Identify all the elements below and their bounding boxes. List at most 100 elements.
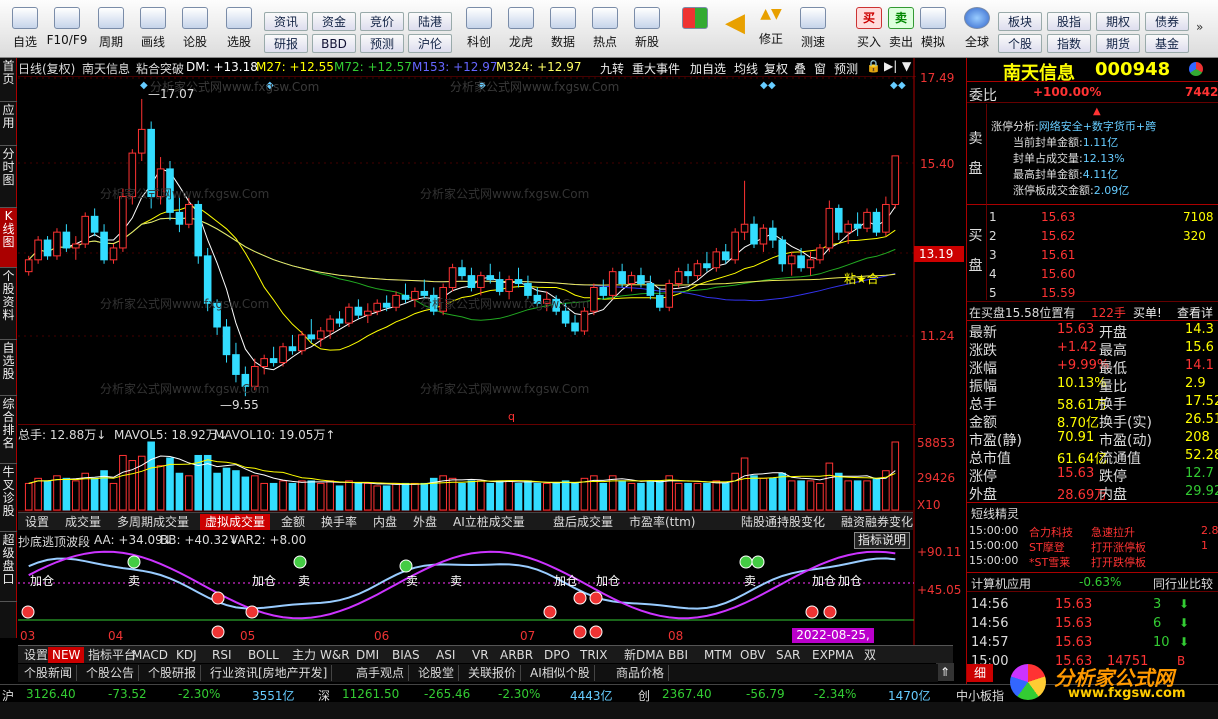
volume-subtab[interactable]: 多周期成交量 bbox=[112, 514, 194, 530]
indicator-tab[interactable]: 新DMA bbox=[620, 647, 668, 663]
tab-kline[interactable]: K线图 bbox=[0, 208, 17, 268]
toolbar-button-forum[interactable]: 论股 bbox=[172, 4, 218, 56]
industry-compare-button[interactable]: 同行业比较 bbox=[1153, 575, 1213, 592]
news-tab[interactable]: 高手观点 bbox=[352, 665, 410, 681]
indicator-tab[interactable]: BBI bbox=[664, 647, 692, 663]
tab-watchlist[interactable]: 自选股 bbox=[0, 340, 17, 396]
volume-subtab[interactable]: 市盈率(ttm) bbox=[624, 514, 700, 530]
btn-nine-turn[interactable]: 九转 bbox=[600, 60, 624, 77]
volume-subtab[interactable]: 金额 bbox=[276, 514, 310, 530]
toolbar-button-star-market[interactable]: 科创 bbox=[456, 4, 502, 56]
indicator-tab[interactable]: ARBR bbox=[496, 647, 537, 663]
indicator-tab[interactable]: BOLL bbox=[244, 647, 283, 663]
btn-window[interactable]: 窗 bbox=[814, 60, 826, 77]
indicator-tab[interactable]: MACD bbox=[128, 647, 172, 663]
btn-moving-avg[interactable]: 均线 bbox=[734, 60, 758, 77]
toolbar-more[interactable]: » bbox=[1196, 20, 1203, 34]
buy-level-row[interactable]: 2 15.62 320 bbox=[987, 228, 1218, 247]
toolbar-futures[interactable]: 期货 bbox=[1096, 34, 1140, 53]
toolbar-forecast[interactable]: 预测 bbox=[360, 34, 404, 53]
indicator-tab[interactable]: MTM bbox=[700, 647, 736, 663]
toolbar-button-dragon-tiger[interactable]: 龙虎 bbox=[498, 4, 544, 56]
news-tab[interactable]: 关联报价 bbox=[464, 665, 522, 681]
toolbar-stocks[interactable]: 个股 bbox=[998, 34, 1042, 53]
volume-subtab[interactable]: AI立桩成交量 bbox=[448, 514, 530, 530]
indicator-tab[interactable]: SAR bbox=[772, 647, 804, 663]
toolbar-index[interactable]: 指数 bbox=[1047, 34, 1091, 53]
toolbar-funds[interactable]: 基金 bbox=[1145, 34, 1189, 53]
indicator-tab[interactable]: 双 bbox=[860, 647, 880, 663]
indicator-tab[interactable]: DPO bbox=[540, 647, 574, 663]
buy-level-row[interactable]: 4 15.60 bbox=[987, 266, 1218, 285]
buy-level-row[interactable]: 3 15.61 bbox=[987, 247, 1218, 266]
tab-diagnosis[interactable]: 牛叉诊股 bbox=[0, 464, 17, 532]
chevron-down-icon[interactable]: ▼ bbox=[902, 59, 911, 73]
news-tab[interactable]: 个股研报 bbox=[144, 665, 202, 681]
indicator-tab[interactable]: EXPMA bbox=[808, 647, 858, 663]
speedtest-button[interactable]: 测速 bbox=[790, 4, 836, 56]
news-tab[interactable]: 论股堂 bbox=[414, 665, 460, 681]
volume-subtab[interactable]: 外盘 bbox=[408, 514, 442, 530]
tab-intraday[interactable]: 分时图 bbox=[0, 146, 17, 208]
toolbar-research[interactable]: 研报 bbox=[264, 34, 308, 53]
news-tab[interactable]: 个股新闻 bbox=[20, 665, 78, 681]
sprite-row[interactable]: 15:00:00 *ST雪莱 打开跌停板 bbox=[967, 553, 1215, 572]
global-button[interactable]: 全球 bbox=[954, 4, 1000, 56]
toolbar-options[interactable]: 期权 bbox=[1096, 12, 1140, 31]
indicator-tab[interactable]: KDJ bbox=[172, 647, 201, 663]
volume-subtab[interactable]: 融资融券变化 bbox=[836, 514, 918, 530]
toolbar-hk-connect[interactable]: 陆港 bbox=[408, 12, 452, 31]
toolbar-button-hotspot[interactable]: 热点 bbox=[582, 4, 628, 56]
toolbar-button-screener[interactable]: 选股 bbox=[216, 4, 262, 56]
btn-adjust[interactable]: 复权 bbox=[764, 60, 788, 77]
volume-subtab[interactable]: 虚拟成交量 bbox=[200, 514, 271, 530]
view-details-link[interactable]: 查看详 bbox=[1177, 304, 1213, 321]
toolbar-bbd[interactable]: BBD bbox=[312, 34, 356, 53]
btn-overlay[interactable]: 叠 bbox=[794, 60, 806, 77]
indicator-help-button[interactable]: 指标说明 bbox=[854, 532, 910, 549]
toolbar-capital[interactable]: 资金 bbox=[312, 12, 356, 31]
toolbar-button-period[interactable]: 周期 bbox=[88, 4, 134, 56]
indicator-tab[interactable]: DMI bbox=[352, 647, 383, 663]
volume-subtab[interactable]: 内盘 bbox=[368, 514, 402, 530]
collapse-up-icon[interactable]: ⇑ bbox=[936, 663, 954, 681]
news-tab[interactable]: 商品价格 bbox=[612, 665, 670, 681]
simulate-button[interactable]: 模拟 bbox=[910, 4, 956, 56]
toolbar-news[interactable]: 资讯 bbox=[264, 12, 308, 31]
tab-home[interactable]: 首页 bbox=[0, 58, 17, 102]
btn-predict[interactable]: 预测 bbox=[834, 60, 858, 77]
toolbar-bonds[interactable]: 债券 bbox=[1145, 12, 1189, 31]
indicator-tab[interactable]: OBV bbox=[736, 647, 770, 663]
volume-subtab[interactable]: 陆股通持股变化 bbox=[736, 514, 830, 530]
toolbar-auction[interactable]: 竞价 bbox=[360, 12, 404, 31]
toolbar-button-data[interactable]: 数据 bbox=[540, 4, 586, 56]
chart-period[interactable]: 日线(复权) bbox=[18, 60, 75, 77]
buy-level-row[interactable]: 1 15.63 7108 bbox=[987, 209, 1218, 228]
tick-detail-tab[interactable]: 细 bbox=[967, 664, 993, 682]
toolbar-stock-index[interactable]: 股指 bbox=[1047, 12, 1091, 31]
tab-stock-profile[interactable]: 个股资料 bbox=[0, 268, 17, 340]
news-tab[interactable]: AI相似个股 bbox=[526, 665, 595, 681]
toolbar-button-f10[interactable]: F10/F9 bbox=[44, 4, 90, 56]
news-tab[interactable]: 行业资讯[房地产开发] bbox=[206, 665, 333, 681]
news-tab[interactable]: 个股公告 bbox=[82, 665, 140, 681]
indicator-tab[interactable]: W&R bbox=[316, 647, 354, 663]
volume-subtab[interactable]: 成交量 bbox=[60, 514, 106, 530]
volume-subtab[interactable]: 盘后成交量 bbox=[548, 514, 618, 530]
indicator-tab[interactable]: ASI bbox=[432, 647, 459, 663]
toolbar-button-ipo[interactable]: 新股 bbox=[624, 4, 670, 56]
chevron-right-icon[interactable]: ▶| bbox=[884, 59, 897, 73]
tab-apps[interactable]: 应用 bbox=[0, 102, 17, 146]
fix-button[interactable]: ▲▼ 修正 bbox=[748, 4, 794, 56]
toolbar-shanghai-london[interactable]: 沪伦 bbox=[408, 34, 452, 53]
volume-subtab[interactable]: 换手率 bbox=[316, 514, 362, 530]
lock-icon[interactable]: 🔒 bbox=[866, 59, 881, 73]
indicator-tab[interactable]: RSI bbox=[208, 647, 236, 663]
toolbar-button-draw[interactable]: 画线 bbox=[130, 4, 176, 56]
indicator-tab[interactable]: NEW bbox=[48, 647, 85, 663]
indicator-tab[interactable]: VR bbox=[468, 647, 493, 663]
toolbar-sector[interactable]: 板块 bbox=[998, 12, 1042, 31]
indicator-tab[interactable]: TRIX bbox=[576, 647, 611, 663]
volume-subtab[interactable]: 设置 bbox=[20, 514, 54, 530]
btn-add-watchlist[interactable]: 加自选 bbox=[690, 60, 726, 77]
